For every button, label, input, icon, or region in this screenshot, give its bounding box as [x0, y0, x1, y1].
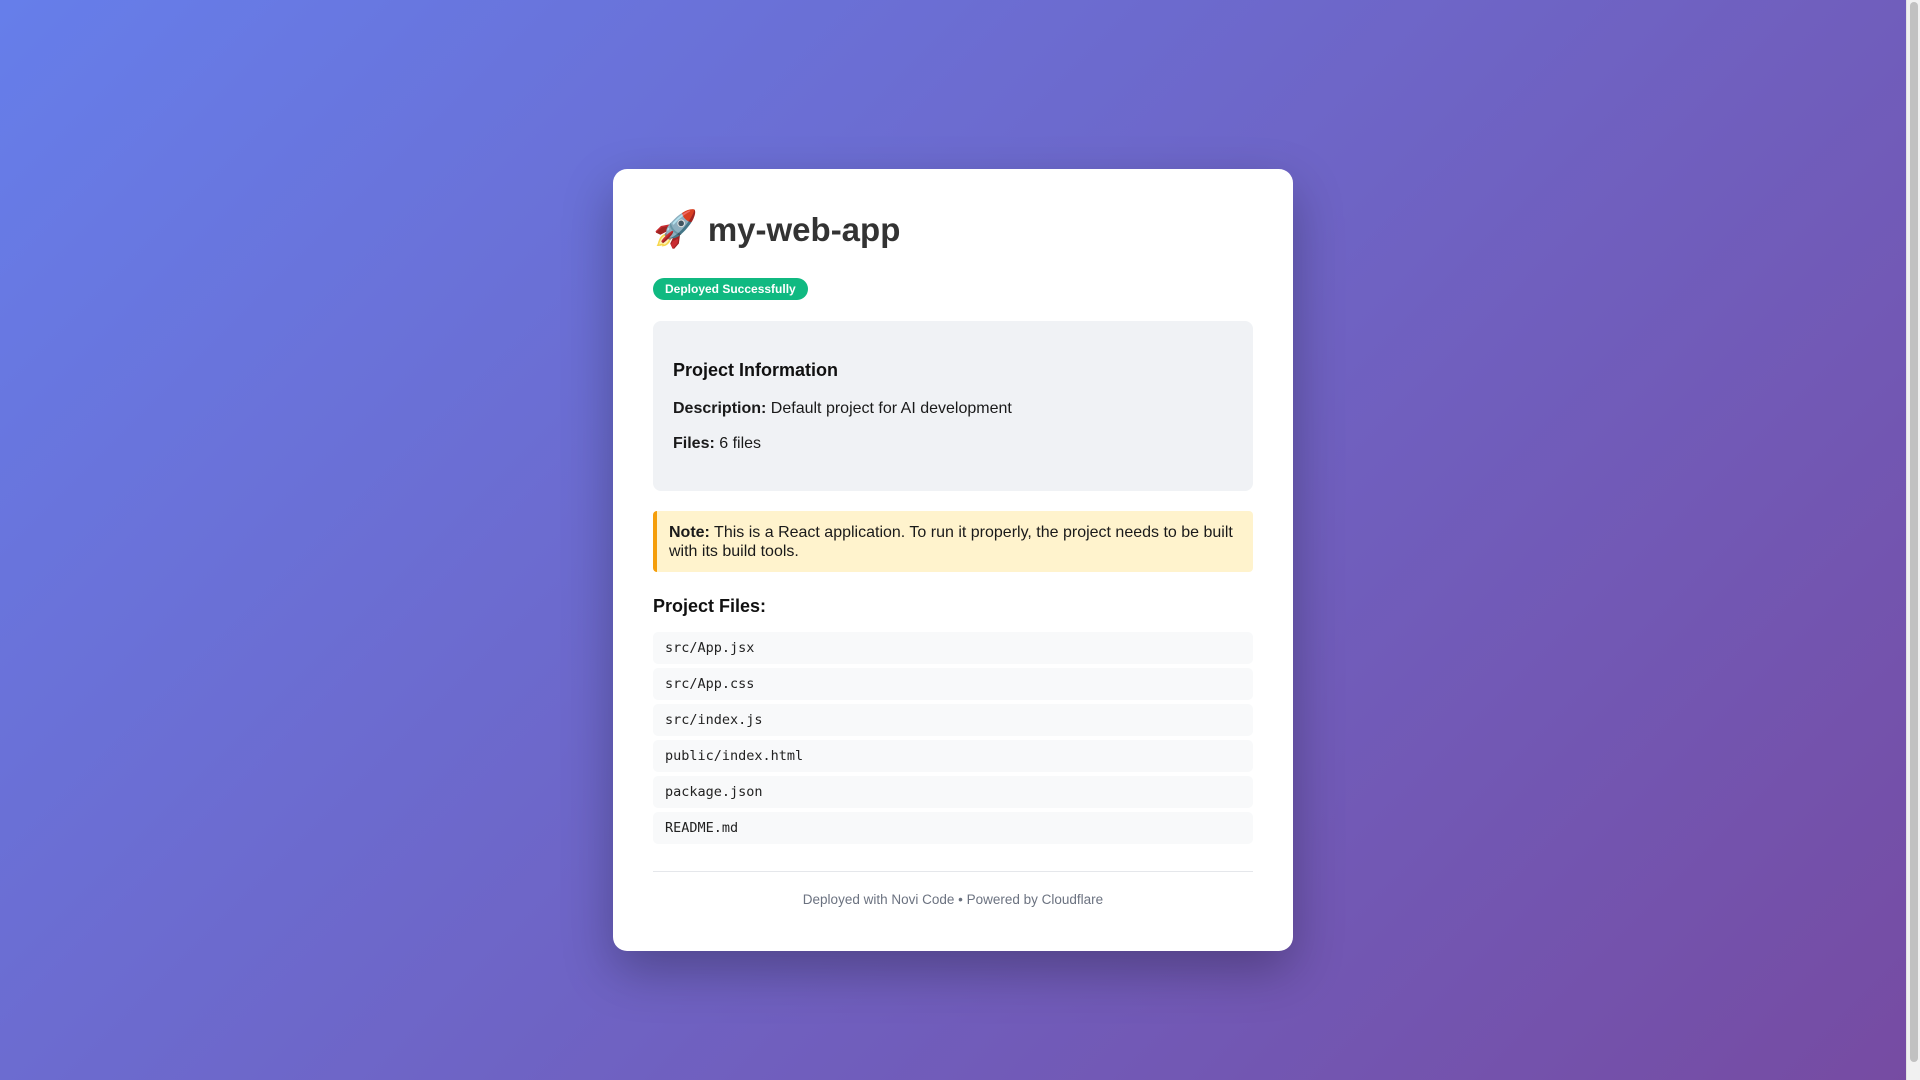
note-box: Note: This is a React application. To ru…: [653, 511, 1253, 572]
description-label: Description:: [673, 400, 767, 417]
file-item: src/App.jsx: [653, 632, 1253, 664]
file-item: src/App.css: [653, 668, 1253, 700]
description-row: Description: Default project for AI deve…: [673, 399, 1233, 419]
note-label: Note:: [669, 524, 710, 541]
page-scrollbar-thumb[interactable]: [1910, 2, 1918, 1062]
footer: Deployed with Novi Code • Powered by Clo…: [653, 871, 1253, 909]
rocket-icon: 🚀: [653, 209, 698, 250]
page-scrollbar[interactable]: [1906, 0, 1920, 1080]
page-title: my-web-app: [707, 211, 901, 248]
files-count-label: Files:: [673, 435, 715, 452]
file-list: src/App.jsx src/App.css src/index.js pub…: [653, 632, 1253, 844]
footer-text: Deployed with Novi Code • Powered by Clo…: [802, 892, 1104, 907]
file-item: README.md: [653, 812, 1253, 844]
file-item: src/index.js: [653, 704, 1253, 736]
status-badge: Deployed Successfully: [653, 278, 808, 300]
file-item: public/index.html: [653, 740, 1253, 772]
project-info-heading: Project Information: [673, 360, 839, 380]
file-item: package.json: [653, 776, 1253, 808]
description-value: Default project for AI development: [770, 400, 1012, 417]
title-row: 🚀 my-web-app: [653, 209, 1253, 251]
project-files-heading: Project Files:: [653, 596, 767, 616]
project-info-box: Project Information Description: Default…: [653, 321, 1253, 491]
files-count-row: Files: 6 files: [673, 434, 1233, 454]
note-text: This is a React application. To run it p…: [669, 524, 1233, 560]
project-card: 🚀 my-web-app Deployed Successfully Proje…: [613, 169, 1293, 951]
files-count-value: 6 files: [719, 435, 762, 452]
